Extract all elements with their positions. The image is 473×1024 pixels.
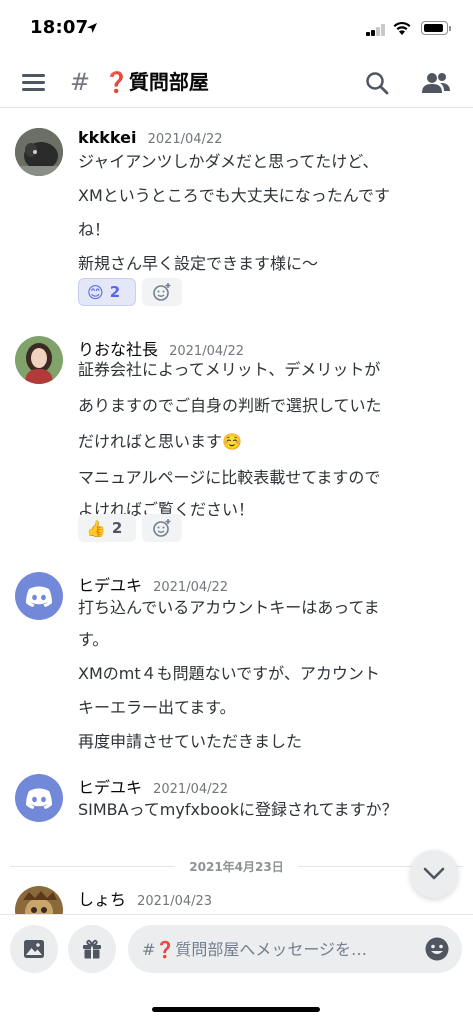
reaction-count: 2 <box>111 519 123 537</box>
author-name[interactable]: ヒデユキ <box>78 576 142 595</box>
avatar[interactable] <box>15 774 63 822</box>
date-divider-label: 2021年4月23日 <box>189 860 284 874</box>
avatar[interactable] <box>15 336 63 384</box>
message-text-line: ね！ <box>78 220 111 239</box>
message-timestamp: 2021/04/22 <box>147 132 223 147</box>
message-text-line: マニュアルページに比較表載せてますので <box>78 468 381 487</box>
image-icon <box>24 940 44 958</box>
reaction-chip[interactable]: 😊 2 <box>78 278 136 306</box>
message-text-line: ジャイアンツしかダメだと思ってたけど、 <box>78 152 379 171</box>
message-text-line: 再度申請させていただきました <box>78 732 303 751</box>
reaction-count: 2 <box>109 283 121 301</box>
location-arrow-icon <box>87 23 97 33</box>
discord-logo-icon <box>26 788 52 809</box>
message-text-line: ありますのでご自身の判断で選択していた <box>78 396 382 415</box>
search-icon[interactable] <box>364 70 390 96</box>
message-timestamp: 2021/04/22 <box>153 782 229 797</box>
message-input[interactable] <box>128 925 462 973</box>
channel-title: ❓質問部屋 <box>104 70 209 94</box>
add-reaction-icon <box>153 519 171 537</box>
emoji-icon[interactable] <box>424 936 450 962</box>
message-header: しょち 2021/04/23 <box>78 886 212 910</box>
message-text-line: 新規さん早く設定できます様に〜 <box>78 254 319 273</box>
reaction-emoji: 😊 <box>87 282 104 302</box>
add-reaction-button[interactable] <box>142 514 182 542</box>
message-text-line: キーエラー出てます。 <box>78 698 236 717</box>
message-text-line: だければと思います☺️ <box>78 432 242 451</box>
members-icon[interactable] <box>421 70 451 96</box>
message-timestamp: 2021/04/22 <box>153 580 229 595</box>
channel-hash-icon: # <box>70 68 91 96</box>
channel-header: # ❓質問部屋 <box>0 58 473 108</box>
message-text-line: す。 <box>78 630 109 649</box>
gift-button[interactable] <box>68 925 116 973</box>
gift-icon <box>83 939 101 959</box>
message-text-line: XMのmt４も問題ないですが、アカウント <box>78 664 380 683</box>
discord-logo-icon <box>26 586 52 607</box>
reaction-chip[interactable]: 👍 2 <box>78 514 136 542</box>
battery-icon <box>421 21 451 35</box>
message-text-line: XMというところでも大丈夫になったんです <box>78 186 390 205</box>
avatar[interactable] <box>15 572 63 620</box>
add-reaction-icon <box>153 283 171 301</box>
avatar[interactable] <box>15 128 63 176</box>
image-upload-button[interactable] <box>10 925 58 973</box>
home-indicator <box>152 1007 320 1012</box>
date-divider: 2021年4月23日 <box>10 856 463 876</box>
author-name[interactable]: しょち <box>78 890 126 909</box>
chevron-down-icon <box>423 867 445 880</box>
message-composer <box>0 914 473 984</box>
status-bar: 18:07 <box>0 0 473 58</box>
message-header: kkkkei 2021/04/22 <box>78 128 223 147</box>
message-text-line: 打ち込んでいるアカウントキーはあってま <box>78 598 380 617</box>
message-list[interactable]: kkkkei 2021/04/22 ジャイアンツしかダメだと思ってたけど、 XM… <box>0 110 473 914</box>
message-text-line: 証券会社によってメリット、デメリットが <box>78 360 381 379</box>
message-header: ヒデユキ 2021/04/22 <box>78 774 228 798</box>
reaction-emoji: 👍 <box>86 518 106 538</box>
wifi-icon <box>393 21 411 35</box>
add-reaction-button[interactable] <box>142 278 182 306</box>
signal-icon <box>366 24 386 36</box>
avatar[interactable] <box>15 886 63 914</box>
message-header: ヒデユキ 2021/04/22 <box>78 572 228 596</box>
author-name[interactable]: kkkkei <box>78 128 136 147</box>
author-name[interactable]: ヒデユキ <box>78 778 142 797</box>
jump-to-latest-button[interactable] <box>410 850 458 898</box>
hamburger-icon[interactable] <box>22 73 45 91</box>
message-text-line: SIMBAってmyfxbookに登録されてますか？ <box>78 800 398 819</box>
message-timestamp: 2021/04/23 <box>137 894 213 909</box>
status-time: 18:07 <box>30 17 89 38</box>
